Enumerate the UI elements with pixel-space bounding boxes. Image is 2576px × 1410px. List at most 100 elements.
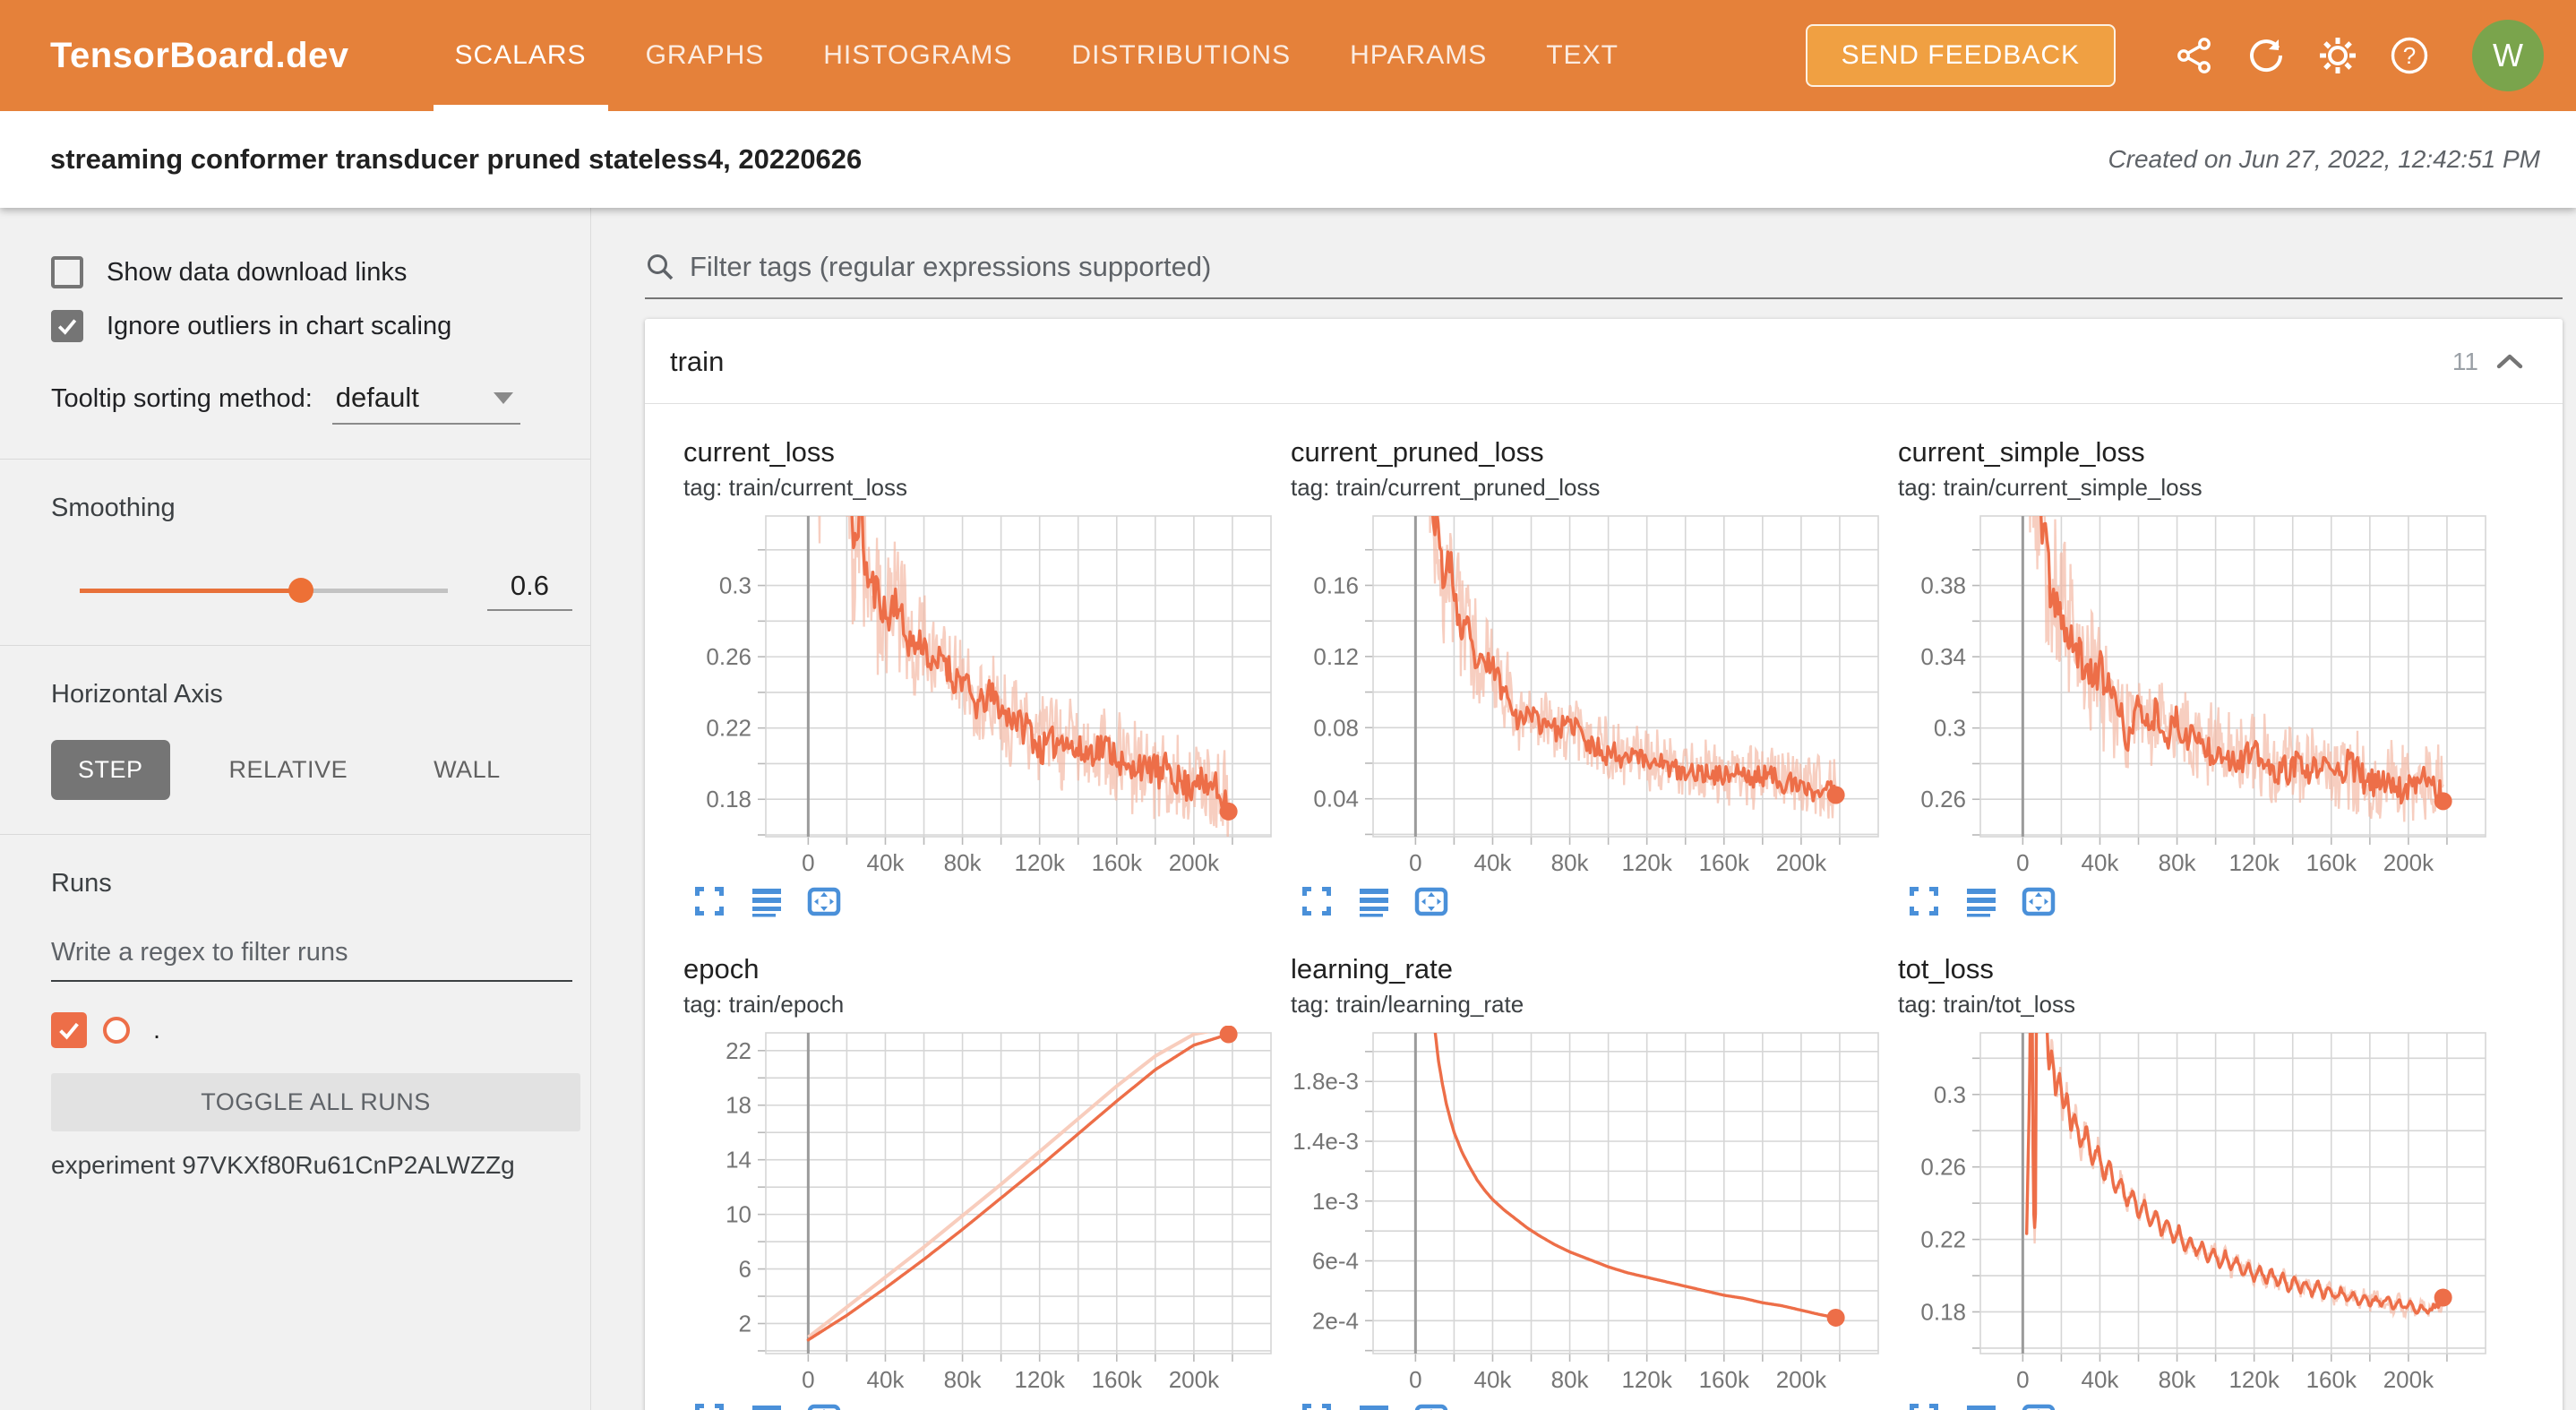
runs-list-button[interactable] — [746, 881, 787, 923]
chart-title: current_simple_loss — [1898, 436, 2505, 469]
charts-grid: current_losstag: train/current_loss0.180… — [645, 404, 2563, 1410]
chart-title: learning_rate — [1291, 953, 1898, 985]
experiment-titlebar: streaming conformer transducer pruned st… — [0, 111, 2576, 208]
fit-domain-button[interactable] — [2018, 1398, 2059, 1410]
run-row: . — [51, 1012, 572, 1048]
svg-text:200k: 200k — [2383, 1366, 2434, 1393]
expand-chart-button[interactable] — [1903, 1398, 1945, 1410]
checkbox-checked-icon[interactable] — [51, 310, 83, 342]
show-download-links-checkbox[interactable]: Show data download links — [51, 256, 572, 288]
run-checkbox-checked[interactable] — [51, 1012, 87, 1048]
chart-card-epoch: epochtag: train/epoch2610141822040k80k12… — [683, 953, 1291, 1410]
expand-chart-button[interactable] — [689, 881, 730, 923]
fullscreen-icon — [1906, 1400, 1942, 1410]
axis-option-wall[interactable]: WALL — [407, 740, 528, 800]
chart-card-current_simple_loss: current_simple_loss tag: train/current_si… — [1898, 436, 2505, 923]
svg-text:0.3: 0.3 — [1934, 715, 1966, 742]
train-card-header[interactable]: train 11 — [645, 319, 2563, 404]
svg-text:0.18: 0.18 — [1920, 1298, 1966, 1325]
runs-list-button[interactable] — [1961, 881, 2002, 923]
app-logo: TensorBoard.dev — [50, 36, 349, 76]
svg-text:80k: 80k — [1551, 849, 1590, 876]
smoothing-slider[interactable] — [80, 589, 448, 593]
settings-gear-icon[interactable] — [2318, 36, 2357, 75]
fit-domain-button[interactable] — [2018, 881, 2059, 923]
svg-text:40k: 40k — [867, 849, 906, 876]
expand-chart-button[interactable] — [1903, 881, 1945, 923]
smoothing-value[interactable]: 0.6 — [487, 570, 572, 611]
runs-filter-input[interactable] — [51, 938, 572, 982]
fit-to-data-icon — [1413, 883, 1449, 919]
user-avatar[interactable]: W — [2472, 20, 2544, 91]
expand-chart-button[interactable] — [1296, 1398, 1337, 1410]
fit-domain-button[interactable] — [1411, 1398, 1452, 1410]
svg-text:0.34: 0.34 — [1920, 643, 1966, 670]
lines-icon — [1963, 1400, 1999, 1410]
tab-distributions[interactable]: DISTRIBUTIONS — [1062, 0, 1300, 111]
settings-sidebar: Show data download links Ignore outliers… — [0, 208, 591, 1410]
tooltip-sorting-label: Tooltip sorting method: — [51, 384, 313, 414]
share-icon[interactable] — [2175, 36, 2214, 75]
tab-histograms[interactable]: HISTOGRAMS — [814, 0, 1021, 111]
axis-option-step[interactable]: STEP — [51, 740, 170, 800]
ignore-outliers-checkbox[interactable]: Ignore outliers in chart scaling — [51, 310, 572, 342]
refresh-icon[interactable] — [2246, 36, 2286, 75]
chart-tag: tag: train/current_simple_loss — [1898, 474, 2505, 502]
help-icon[interactable]: ? — [2390, 36, 2429, 75]
svg-text:2e-4: 2e-4 — [1312, 1307, 1359, 1334]
tab-graphs[interactable]: GRAPHS — [637, 0, 774, 111]
fit-domain-button[interactable] — [1411, 881, 1452, 923]
runs-list-button[interactable] — [1353, 1398, 1395, 1410]
line-chart-tot_loss[interactable]: 0.180.220.260.3040k80k120k160k200k — [1898, 1026, 2505, 1395]
run-color-swatch[interactable] — [103, 1017, 130, 1044]
fit-domain-button[interactable] — [803, 881, 845, 923]
svg-text:6: 6 — [739, 1256, 751, 1283]
runs-list-button[interactable] — [1961, 1398, 2002, 1410]
toggle-all-runs-button[interactable]: TOGGLE ALL RUNS — [51, 1073, 580, 1131]
svg-text:160k: 160k — [2306, 1366, 2357, 1393]
expand-chart-button[interactable] — [1296, 881, 1337, 923]
fit-to-data-icon — [2021, 1400, 2057, 1410]
checkbox-unchecked-icon[interactable] — [51, 256, 83, 288]
chart-toolbar — [683, 881, 1291, 923]
chart-toolbar — [1898, 881, 2505, 923]
header-actions: SEND FEEDBACK ? — [1806, 20, 2544, 91]
created-timestamp: Created on Jun 27, 2022, 12:42:51 PM — [2108, 145, 2540, 174]
svg-text:120k: 120k — [1014, 849, 1065, 876]
expand-chart-button[interactable] — [689, 1398, 730, 1410]
line-chart-learning_rate[interactable]: 2e-46e-41e-31.4e-31.8e-3040k80k120k160k2… — [1291, 1026, 1898, 1395]
line-chart-epoch[interactable]: 2610141822040k80k120k160k200k — [683, 1026, 1291, 1395]
tag-filter-input[interactable] — [690, 251, 2563, 283]
fullscreen-icon — [1299, 1400, 1335, 1410]
tab-scalars[interactable]: SCALARS — [446, 0, 596, 111]
line-chart-current_pruned_loss[interactable]: 0.040.080.120.16040k80k120k160k200k — [1291, 509, 1898, 878]
chart-card-current_pruned_loss: current_pruned_losstag: train/current_pr… — [1291, 436, 1898, 923]
runs-list-button[interactable] — [746, 1398, 787, 1410]
svg-text:120k: 120k — [1621, 849, 1672, 876]
fit-to-data-icon — [1413, 1400, 1449, 1410]
tooltip-sorting-select[interactable]: default — [332, 382, 520, 425]
chart-tag: tag: train/epoch — [683, 991, 1291, 1019]
slider-fill — [80, 589, 301, 593]
svg-text:120k: 120k — [1014, 1366, 1065, 1393]
svg-text:80k: 80k — [1551, 1366, 1590, 1393]
card-title: train — [670, 346, 724, 378]
svg-text:0.16: 0.16 — [1313, 572, 1359, 598]
fit-domain-button[interactable] — [803, 1398, 845, 1410]
line-chart-current_simple_loss[interactable]: 0.260.30.340.38040k80k120k160k200k — [1898, 509, 2505, 878]
svg-text:22: 22 — [726, 1037, 751, 1064]
svg-text:1.4e-3: 1.4e-3 — [1292, 1128, 1359, 1155]
line-chart-current_loss[interactable]: 0.180.220.260.3040k80k120k160k200k — [683, 509, 1291, 878]
svg-text:2: 2 — [739, 1310, 751, 1337]
svg-text:0.38: 0.38 — [1920, 572, 1966, 599]
runs-list-button[interactable] — [1353, 881, 1395, 923]
fullscreen-icon — [1299, 883, 1335, 919]
app-header: TensorBoard.dev SCALARS GRAPHS HISTOGRAMS D… — [0, 0, 2576, 111]
send-feedback-button[interactable]: SEND FEEDBACK — [1806, 24, 2116, 87]
tab-hparams[interactable]: HPARAMS — [1341, 0, 1496, 111]
slider-thumb[interactable] — [288, 578, 313, 603]
lines-icon — [1963, 883, 1999, 919]
axis-option-relative[interactable]: RELATIVE — [202, 740, 375, 800]
tab-text[interactable]: TEXT — [1537, 0, 1627, 111]
chevron-up-icon[interactable] — [2494, 351, 2525, 373]
